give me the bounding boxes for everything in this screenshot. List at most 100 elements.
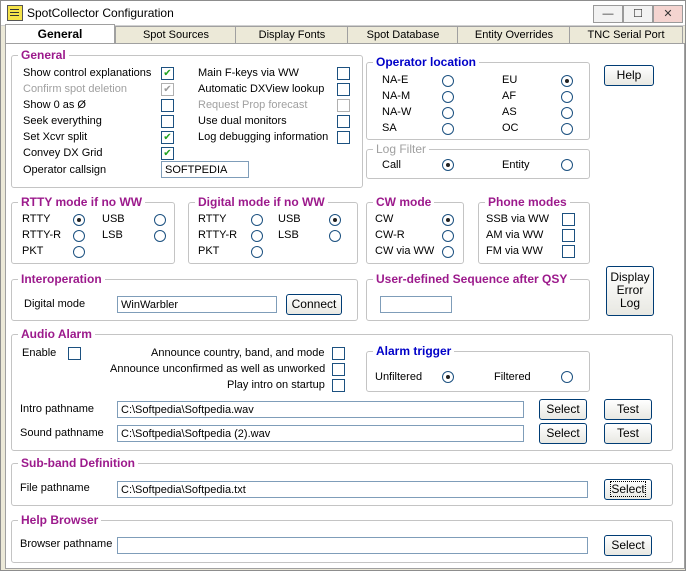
maximize-button[interactable]: ☐ bbox=[623, 5, 653, 23]
digital-rtty-r-radio[interactable] bbox=[251, 230, 263, 242]
display-error-log-button[interactable]: Display Error Log bbox=[606, 266, 654, 316]
tab-spot-database[interactable]: Spot Database bbox=[347, 26, 459, 43]
config-window: SpotCollector Configuration — ☐ ✕ Genera… bbox=[0, 0, 686, 571]
main-fkeys-label: Main F-keys via WW bbox=[198, 67, 299, 79]
browser-pathname-input[interactable] bbox=[117, 537, 588, 554]
seek-everything-checkbox[interactable] bbox=[161, 115, 174, 128]
location-sa-label: SA bbox=[382, 122, 397, 134]
tab-strip: General Spot Sources Display Fonts Spot … bbox=[3, 24, 685, 44]
tab-spot-sources[interactable]: Spot Sources bbox=[115, 26, 237, 43]
rtty-usb-label: USB bbox=[102, 213, 125, 225]
location-na-e-label: NA-E bbox=[382, 74, 409, 86]
sound-pathname-input[interactable]: C:\Softpedia\Softpedia (2).wav bbox=[117, 425, 524, 442]
ssb-via-ww-checkbox[interactable] bbox=[562, 213, 575, 226]
confirm-spot-deletion-checkbox[interactable]: ✔ bbox=[161, 83, 174, 96]
sound-select-button[interactable]: Select bbox=[539, 423, 587, 444]
location-na-w-label: NA-W bbox=[382, 106, 412, 118]
rtty-rtty-r-radio[interactable] bbox=[73, 230, 85, 242]
dxview-lookup-label: Automatic DXView lookup bbox=[198, 83, 325, 95]
play-intro-checkbox[interactable] bbox=[332, 379, 345, 392]
location-sa-radio[interactable] bbox=[442, 123, 454, 135]
convey-dx-grid-label: Convey DX Grid bbox=[23, 147, 103, 159]
digital-pkt-radio[interactable] bbox=[251, 246, 263, 258]
user-sequence-input[interactable] bbox=[380, 296, 452, 313]
am-via-ww-checkbox[interactable] bbox=[562, 229, 575, 242]
browser-pathname-label: Browser pathname bbox=[20, 538, 113, 550]
audio-enable-checkbox[interactable] bbox=[68, 347, 81, 360]
browser-select-button[interactable]: Select bbox=[604, 535, 652, 556]
cw-via-ww-radio[interactable] bbox=[442, 246, 454, 258]
minimize-button[interactable]: — bbox=[593, 5, 623, 23]
location-eu-radio[interactable] bbox=[561, 75, 573, 87]
tab-display-fonts[interactable]: Display Fonts bbox=[235, 26, 349, 43]
trigger-filtered-radio[interactable] bbox=[561, 371, 573, 383]
dxview-lookup-checkbox[interactable] bbox=[337, 83, 350, 96]
audio-alarm-title: Audio Alarm bbox=[18, 327, 95, 341]
set-xcvr-split-checkbox[interactable]: ✔ bbox=[161, 131, 174, 144]
rtty-rtty-label: RTTY bbox=[22, 213, 51, 225]
play-intro-label: Play intro on startup bbox=[227, 379, 325, 391]
rtty-usb-radio[interactable] bbox=[154, 214, 166, 226]
alarm-trigger-title: Alarm trigger bbox=[373, 344, 455, 358]
location-oc-radio[interactable] bbox=[561, 123, 573, 135]
location-na-m-radio[interactable] bbox=[442, 91, 454, 103]
rtty-lsb-radio[interactable] bbox=[154, 230, 166, 242]
announce-country-checkbox[interactable] bbox=[332, 347, 345, 360]
location-as-radio[interactable] bbox=[561, 107, 573, 119]
audio-enable-label: Enable bbox=[22, 347, 57, 359]
operator-callsign-input[interactable]: SOFTPEDIA bbox=[161, 161, 249, 178]
show-zero-as-slashed-checkbox[interactable] bbox=[161, 99, 174, 112]
fm-via-ww-checkbox[interactable] bbox=[562, 245, 575, 258]
subband-select-button[interactable]: Select bbox=[604, 479, 652, 500]
main-fkeys-checkbox[interactable] bbox=[337, 67, 350, 80]
location-af-radio[interactable] bbox=[561, 91, 573, 103]
am-via-ww-label: AM via WW bbox=[486, 229, 544, 241]
rtty-rtty-r-label: RTTY-R bbox=[22, 229, 62, 241]
cw-cw-r-radio[interactable] bbox=[442, 230, 454, 242]
display-error-log-line-3: Log bbox=[619, 296, 641, 310]
intro-pathname-input[interactable]: C:\Softpedia\Softpedia.wav bbox=[117, 401, 524, 418]
sub-band-title: Sub-band Definition bbox=[18, 456, 138, 470]
digital-rtty-label: RTTY bbox=[198, 213, 227, 225]
operator-callsign-label: Operator callsign bbox=[23, 164, 107, 176]
log-filter-call-radio[interactable] bbox=[442, 159, 454, 171]
help-button[interactable]: Help bbox=[604, 65, 654, 86]
location-na-w-radio[interactable] bbox=[442, 107, 454, 119]
app-icon bbox=[7, 5, 23, 21]
intro-test-button[interactable]: Test bbox=[604, 399, 652, 420]
digital-usb-radio[interactable] bbox=[329, 214, 341, 226]
location-na-e-radio[interactable] bbox=[442, 75, 454, 87]
request-prop-forecast-checkbox[interactable] bbox=[337, 99, 350, 112]
cw-cw-label: CW bbox=[375, 213, 394, 225]
rtty-rtty-radio[interactable] bbox=[73, 214, 85, 226]
tab-general[interactable]: General bbox=[5, 24, 115, 44]
subband-pathname-input[interactable]: C:\Softpedia\Softpedia.txt bbox=[117, 481, 588, 498]
location-af-label: AF bbox=[502, 90, 517, 102]
cw-mode-title: CW mode bbox=[373, 195, 435, 209]
trigger-unfiltered-radio[interactable] bbox=[442, 371, 454, 383]
log-filter-entity-radio[interactable] bbox=[561, 159, 573, 171]
connect-button[interactable]: Connect bbox=[286, 294, 342, 315]
tab-tnc-serial-port[interactable]: TNC Serial Port bbox=[569, 26, 683, 43]
log-debugging-checkbox[interactable] bbox=[337, 131, 350, 144]
digital-mode-app-input[interactable]: WinWarbler bbox=[117, 296, 277, 313]
show-control-explanations-checkbox[interactable]: ✔ bbox=[161, 67, 174, 80]
digital-lsb-radio[interactable] bbox=[329, 230, 341, 242]
log-filter-entity-label: Entity bbox=[502, 159, 530, 171]
trigger-filtered-label: Filtered bbox=[494, 371, 531, 383]
close-button[interactable]: ✕ bbox=[653, 5, 683, 23]
subband-select-label: Select bbox=[610, 481, 646, 497]
convey-dx-grid-checkbox[interactable]: ✔ bbox=[161, 147, 174, 160]
announce-unconfirmed-checkbox[interactable] bbox=[332, 363, 345, 376]
announce-country-label: Announce country, band, and mode bbox=[151, 347, 325, 359]
tab-entity-overrides[interactable]: Entity Overrides bbox=[457, 26, 571, 43]
seek-everything-label: Seek everything bbox=[23, 115, 102, 127]
rtty-pkt-radio[interactable] bbox=[73, 246, 85, 258]
digital-mode-app-label: Digital mode bbox=[24, 298, 86, 310]
intro-select-button[interactable]: Select bbox=[539, 399, 587, 420]
intro-pathname-label: Intro pathname bbox=[20, 403, 94, 415]
cw-cw-radio[interactable] bbox=[442, 214, 454, 226]
sound-test-button[interactable]: Test bbox=[604, 423, 652, 444]
dual-monitors-checkbox[interactable] bbox=[337, 115, 350, 128]
digital-rtty-radio[interactable] bbox=[251, 214, 263, 226]
